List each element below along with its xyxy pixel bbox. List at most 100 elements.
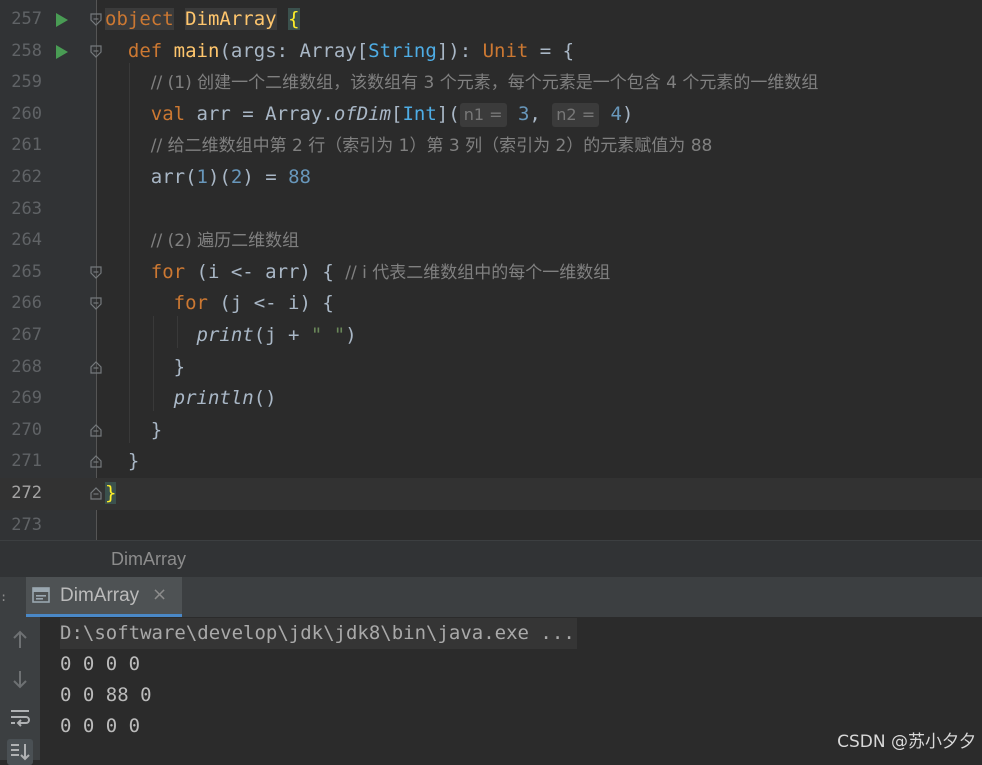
line-number[interactable]: 264	[0, 225, 42, 257]
run-gutter-icon[interactable]	[56, 13, 68, 27]
breadcrumb[interactable]: DimArray	[0, 540, 982, 578]
close-icon[interactable]: ×	[152, 584, 167, 605]
code-token: = {	[528, 39, 575, 62]
code-line[interactable]: 265 for (i <- arr) { // i 代表二维数组中的每个一维数组	[0, 257, 982, 289]
code-line[interactable]: 258 def main(args: Array[String]): Unit …	[0, 36, 982, 68]
code-token: // (2) 遍历二维数组	[150, 231, 300, 252]
code-text[interactable]: // (1) 创建一个二维数组，该数组有 3 个元素，每个元素是一个包含 4 个…	[105, 67, 819, 99]
code-token: ,	[529, 102, 553, 125]
line-number[interactable]: 269	[0, 383, 42, 415]
line-number[interactable]: 267	[0, 320, 42, 352]
console-window-icon	[32, 587, 50, 603]
code-line[interactable]: 268 }	[0, 352, 982, 384]
code-text[interactable]: println()	[105, 383, 277, 415]
code-text[interactable]: }	[105, 446, 139, 478]
code-line[interactable]: 263	[0, 194, 982, 226]
line-number[interactable]: 270	[0, 415, 42, 447]
run-tab-dimarray[interactable]: DimArray ×	[26, 577, 182, 617]
line-number[interactable]: 272	[0, 478, 42, 510]
code-line[interactable]: 264 // (2) 遍历二维数组	[0, 225, 982, 257]
code-line[interactable]: 257 object DimArray {	[0, 4, 982, 36]
fold-marker-icon[interactable]	[90, 13, 102, 26]
code-line[interactable]: 271 }	[0, 446, 982, 478]
fold-marker-icon[interactable]	[90, 487, 102, 500]
code-text[interactable]: for (j <- i) {	[105, 288, 334, 320]
code-line[interactable]: 267 print(j + " ")	[0, 320, 982, 352]
code-token: 2	[230, 166, 243, 188]
code-token: Unit	[482, 39, 529, 62]
code-token: " "	[310, 324, 346, 346]
code-text[interactable]: val arr = Array.ofDim[Int](n1 = 3, n2 = …	[105, 99, 633, 131]
code-line[interactable]: 273	[0, 510, 982, 540]
run-tab-label: DimArray	[60, 585, 140, 606]
code-line[interactable]: 269 println()	[0, 383, 982, 415]
line-number[interactable]: 268	[0, 352, 42, 384]
code-line[interactable]: 262 arr(1)(2) = 88	[0, 162, 982, 194]
code-line[interactable]: 272}	[0, 478, 982, 510]
code-token: Array	[299, 39, 357, 62]
code-token: // (1) 创建一个二维数组，该数组有 3 个元素，每个元素是一个包含 4 个…	[150, 73, 819, 94]
code-line[interactable]: 266 for (j <- i) {	[0, 288, 982, 320]
up-arrow-icon[interactable]	[7, 627, 33, 653]
code-line[interactable]: 270 }	[0, 415, 982, 447]
code-token: (j +	[253, 324, 311, 346]
code-line[interactable]: 261 // 给二维数组中第 2 行（索引为 1）第 3 列（索引为 2）的元素…	[0, 130, 982, 162]
line-number[interactable]: 266	[0, 288, 42, 320]
line-number[interactable]: 257	[0, 4, 42, 36]
code-token: ofDim	[333, 102, 392, 125]
code-token: }	[105, 482, 117, 504]
line-number[interactable]: 258	[0, 36, 42, 68]
code-token: DimArray	[185, 8, 277, 30]
fold-marker-icon[interactable]	[90, 455, 102, 468]
code-token: // 给二维数组中第 2 行（索引为 1）第 3 列（索引为 2）的元素赋值为 …	[150, 136, 713, 157]
down-arrow-icon[interactable]	[7, 666, 33, 692]
code-text[interactable]: object DimArray {	[105, 4, 300, 36]
code-text[interactable]: print(j + " ")	[105, 320, 357, 352]
code-text[interactable]: }	[105, 415, 162, 447]
panel-edge-marker: :	[0, 590, 8, 604]
scroll-to-end-icon[interactable]	[7, 739, 33, 765]
fold-marker-icon[interactable]	[90, 360, 102, 374]
line-number[interactable]: 273	[0, 510, 42, 540]
code-token: for	[173, 292, 208, 315]
line-number[interactable]: 265	[0, 257, 42, 289]
code-text[interactable]: def main(args: Array[String]): Unit = {	[105, 36, 574, 68]
soft-wrap-icon[interactable]	[7, 705, 33, 731]
line-number[interactable]: 262	[0, 162, 42, 194]
code-token: // i 代表二维数组中的每个一维数组	[345, 262, 611, 283]
code-text[interactable]: }	[105, 478, 117, 510]
run-gutter-icon[interactable]	[56, 44, 68, 59]
fold-marker-icon[interactable]	[90, 266, 102, 279]
code-text[interactable]: // 给二维数组中第 2 行（索引为 1）第 3 列（索引为 2）的元素赋值为 …	[105, 130, 713, 162]
code-token: }	[105, 418, 163, 441]
code-text[interactable]: for (i <- arr) { // i 代表二维数组中的每个一维数组	[105, 257, 610, 289]
code-token: Int	[402, 102, 437, 125]
run-console[interactable]: D:\software\develop\jdk\jdk8\bin\java.ex…	[0, 617, 982, 765]
fold-marker-icon[interactable]	[90, 297, 102, 311]
code-text[interactable]: // (2) 遍历二维数组	[105, 225, 299, 257]
breadcrumb-item[interactable]: DimArray	[111, 549, 186, 570]
line-number[interactable]: 260	[0, 99, 42, 131]
code-editor[interactable]: 257 object DimArray {258 def main(args: A…	[0, 0, 982, 540]
code-line[interactable]: 260 val arr = Array.ofDim[Int](n1 = 3, n…	[0, 99, 982, 131]
code-line[interactable]: 259 // (1) 创建一个二维数组，该数组有 3 个元素，每个元素是一个包含…	[0, 67, 982, 99]
line-number[interactable]: 271	[0, 446, 42, 478]
code-text[interactable]: arr(1)(2) = 88	[105, 162, 311, 194]
code-token: print	[196, 324, 254, 346]
line-number[interactable]: 261	[0, 130, 42, 162]
code-text[interactable]: }	[105, 352, 185, 384]
fold-marker-icon[interactable]	[90, 423, 102, 437]
line-number[interactable]: 259	[0, 67, 42, 99]
line-number[interactable]: 263	[0, 194, 42, 226]
code-token: arr = Array.	[185, 102, 334, 125]
code-token: (args:	[219, 39, 300, 62]
fold-marker-icon[interactable]	[90, 44, 102, 58]
code-token: ) =	[242, 166, 289, 188]
